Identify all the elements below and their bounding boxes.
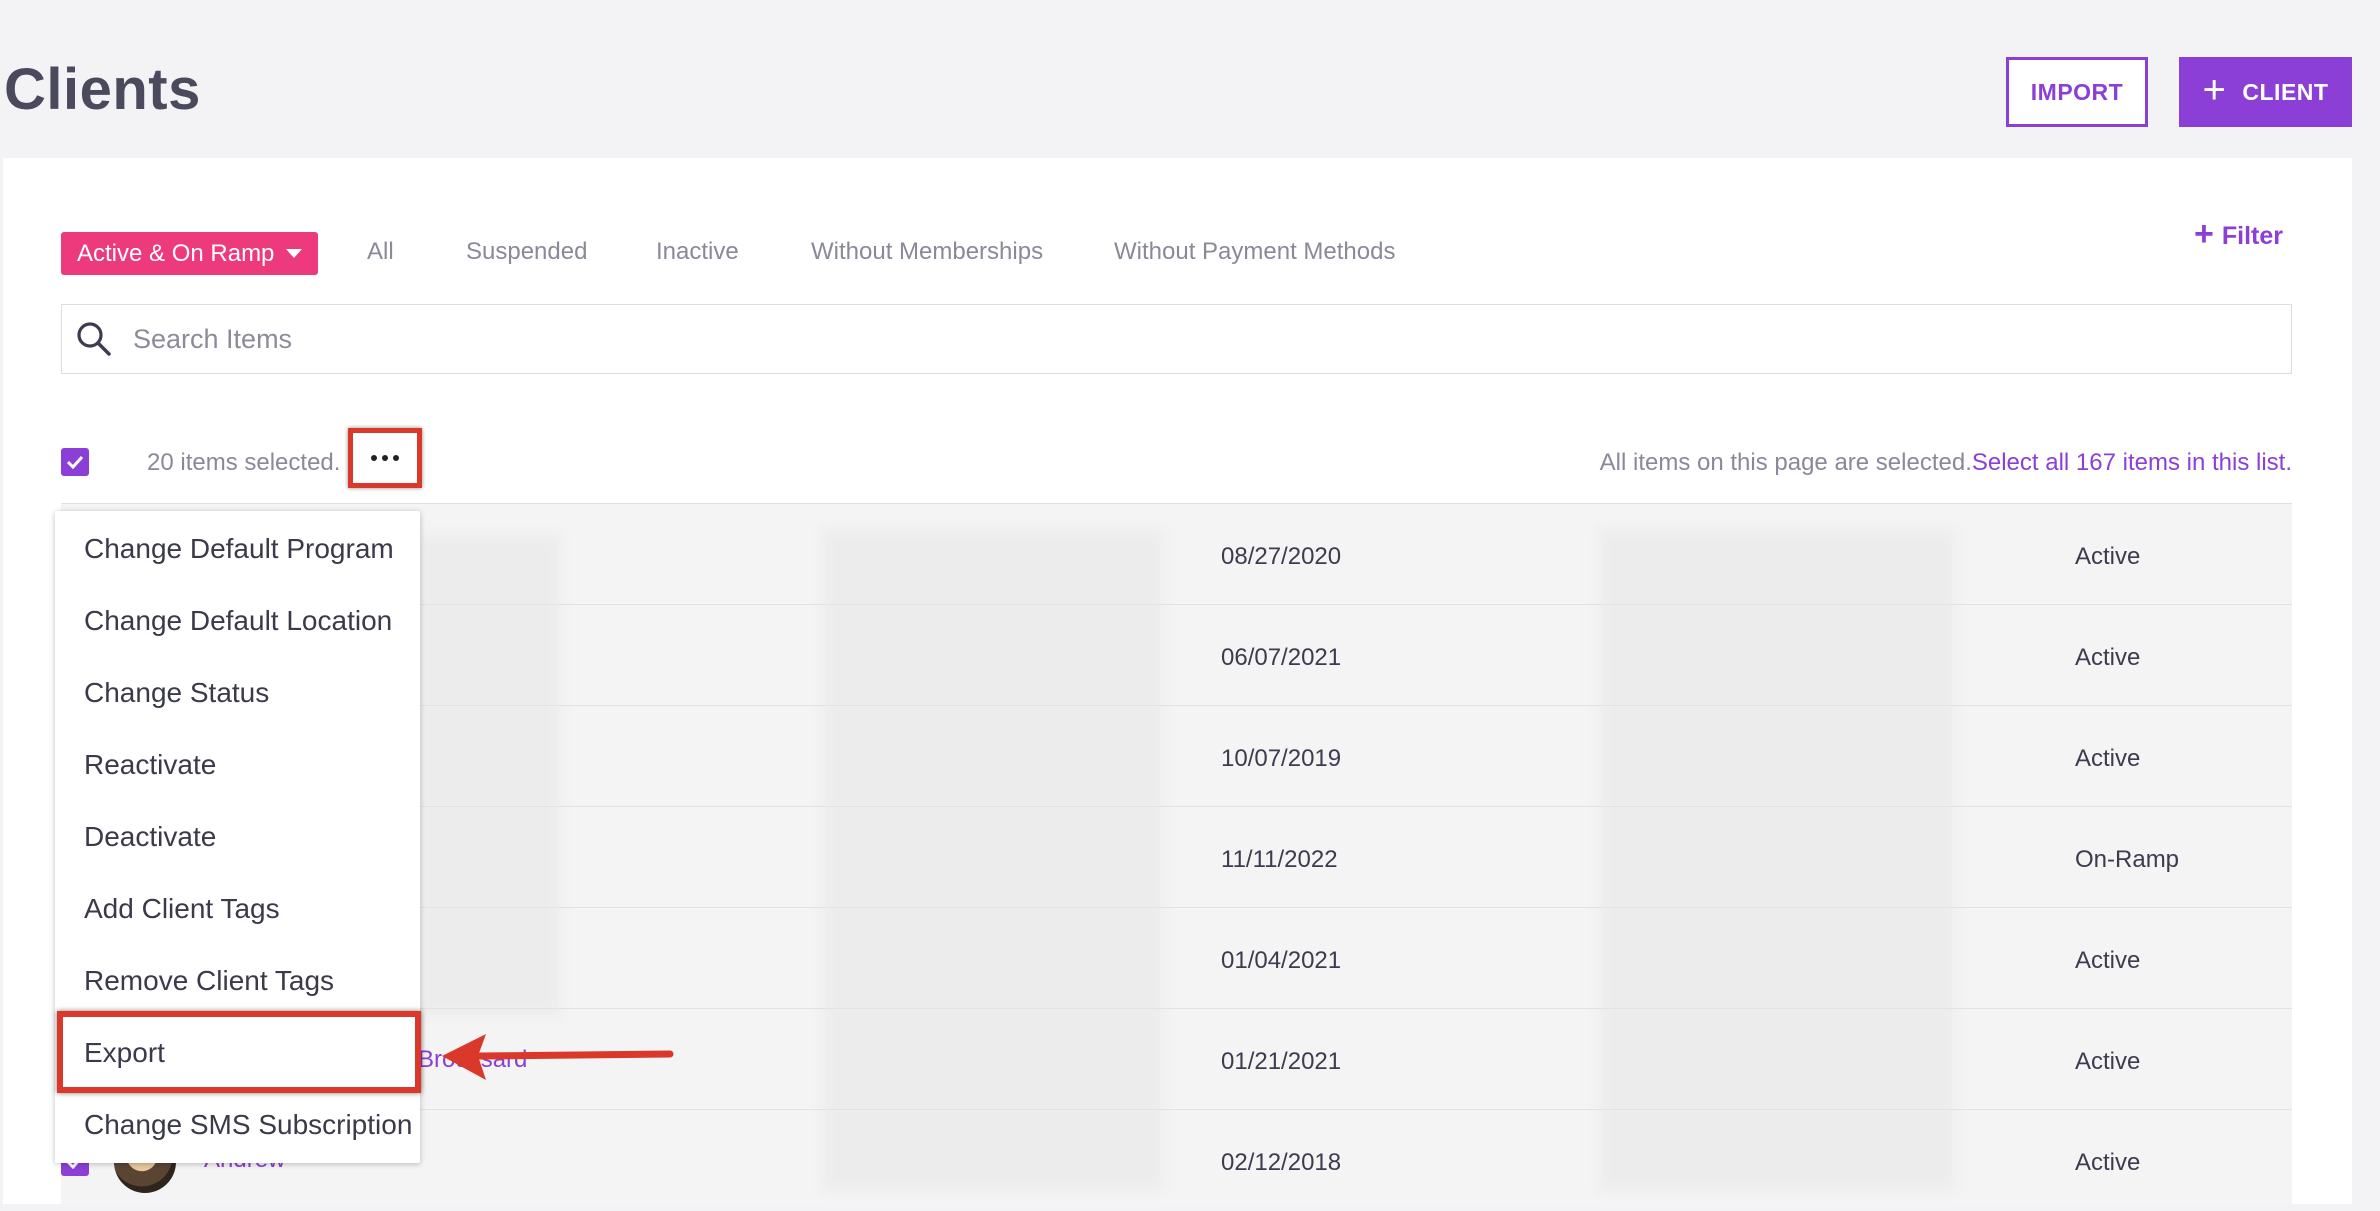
row-status: Active [2075,1048,2141,1075]
check-icon [66,455,84,469]
row-date: 08/27/2020 [1221,543,1342,570]
row-date: 01/04/2021 [1221,947,1342,974]
menu-item-change-status[interactable]: Change Status [84,677,269,709]
menu-item-change-default-program[interactable]: Change Default Program [84,533,394,565]
row-status: Active [2075,644,2141,671]
plus-icon: + [2202,68,2227,112]
add-client-button[interactable]: + CLIENT [2179,57,2352,127]
selected-count: 20 items selected. [147,449,341,476]
row-status: Active [2075,745,2141,772]
menu-item-export[interactable]: Export [84,1037,165,1069]
select-all-link[interactable]: Select all 167 items in this list. [1972,449,2292,476]
caret-down-icon [286,249,303,258]
menu-item-remove-client-tags[interactable]: Remove Client Tags [84,965,334,997]
status-filter-dropdown[interactable]: Active & On Ramp [61,232,319,275]
row-status: On-Ramp [2075,846,2180,873]
tab-without-payment-methods[interactable]: Without Payment Methods [1114,238,1395,266]
row-date: 11/11/2022 [1221,846,1338,873]
more-dots-icon [371,455,377,461]
import-button[interactable]: IMPORT [2006,57,2148,127]
selection-message: All items on this page are selected.Sele… [1600,449,2292,477]
menu-item-add-client-tags[interactable]: Add Client Tags [84,893,280,925]
menu-item-change-sms-subscription[interactable]: Change SMS Subscription [84,1109,412,1141]
row-status: Active [2075,543,2141,570]
row-status: Active [2075,1149,2141,1176]
row-date: 02/12/2018 [1221,1149,1342,1176]
menu-item-deactivate[interactable]: Deactivate [84,821,216,853]
page-selected-text: All items on this page are selected. [1599,449,1972,476]
search-bar[interactable] [61,304,2292,374]
tab-suspended[interactable]: Suspended [466,238,587,266]
tab-inactive[interactable]: Inactive [656,238,739,266]
row-date: 06/07/2021 [1221,644,1342,671]
row-date: 01/21/2021 [1221,1048,1342,1075]
filter-label: Filter [2221,221,2283,250]
annotation-arrow-icon [442,1034,674,1080]
row-date: 10/07/2019 [1221,745,1342,772]
row-status: Active [2075,947,2141,974]
status-filter-label: Active & On Ramp [77,239,275,267]
bulk-actions-menu: Change Default Program Change Default Lo… [55,511,420,1163]
page-title: Clients [4,57,201,122]
search-input[interactable] [131,322,2135,356]
menu-item-reactivate[interactable]: Reactivate [84,749,216,781]
select-all-checkbox[interactable] [61,448,89,476]
tab-all[interactable]: All [367,238,394,266]
search-icon [77,322,111,356]
add-client-label: CLIENT [2242,78,2329,105]
menu-item-change-default-location[interactable]: Change Default Location [84,605,392,637]
plus-icon: + [2194,215,2214,253]
add-filter-button[interactable]: + Filter [2194,217,2283,251]
tab-without-memberships[interactable]: Without Memberships [811,238,1043,266]
bulk-actions-button[interactable] [348,428,422,488]
